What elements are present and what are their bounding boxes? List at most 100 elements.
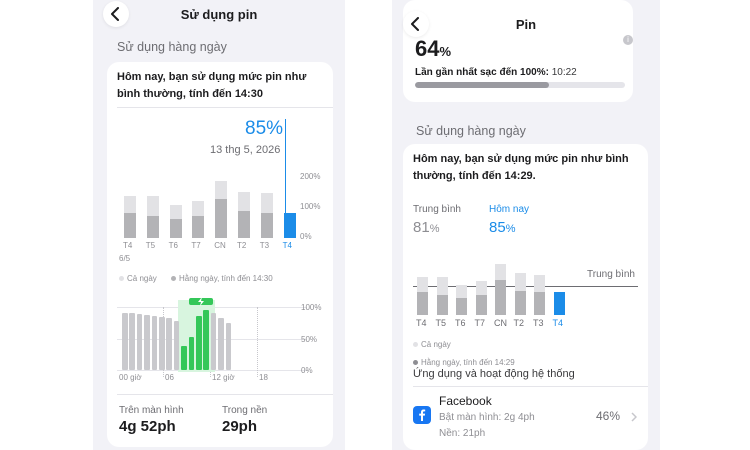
- battery-level-bar: [225, 322, 232, 370]
- day-label: T4: [416, 318, 427, 328]
- bar-until-now: [417, 292, 428, 315]
- today-value: 85%: [489, 219, 516, 236]
- nav-bar: Pin: [392, 0, 660, 37]
- legend-dot-all-day: [413, 342, 418, 347]
- battery-level-bar: [129, 313, 135, 370]
- x-tick-label: 12 giờ: [212, 373, 235, 382]
- divider: [117, 107, 333, 108]
- x-tick-label: 18: [259, 373, 268, 382]
- battery-level-bar: [144, 314, 150, 370]
- battery-level-bar: [181, 346, 187, 370]
- average-label: Trung bình: [413, 204, 461, 215]
- legend-all-day: Cả ngày: [421, 340, 451, 349]
- y-tick-label: 100%: [300, 202, 321, 211]
- day-label: T6: [455, 318, 466, 328]
- bar-until-now: [495, 280, 506, 315]
- screen-on-value: 4g 52ph: [119, 418, 176, 435]
- page-title: Sử dụng pin: [180, 7, 258, 22]
- bar-until-now: [553, 292, 565, 315]
- y-tick-label: 0%: [301, 366, 313, 375]
- bar-until-now: [514, 290, 526, 315]
- app-name: Facebook: [439, 394, 492, 408]
- battery-progress-track: [415, 82, 625, 88]
- battery-level-bar: [166, 318, 172, 370]
- bar-until-now: [456, 297, 467, 315]
- legend-all-day: Cả ngày: [127, 274, 157, 283]
- legend-dot-all-day: [119, 276, 124, 281]
- facebook-icon: [413, 406, 431, 424]
- battery-level-bar: [203, 310, 209, 370]
- divider: [413, 386, 648, 387]
- day-label: T4: [552, 318, 564, 328]
- app-percent: 46%: [596, 409, 621, 423]
- y-tick-label: 200%: [300, 172, 321, 181]
- battery-level-bar: [218, 318, 224, 370]
- battery-level-bar: [159, 317, 165, 370]
- gridline: [257, 307, 258, 377]
- day-label: T3: [533, 318, 544, 328]
- legend-dot-daily: [413, 360, 418, 365]
- section-label: Sử dụng hàng ngày: [416, 124, 526, 138]
- day-label: T5: [435, 318, 447, 328]
- x-tick-label: 00 giờ: [119, 373, 142, 382]
- app-row-facebook[interactable]: Facebook Bật màn hình: 2g 4ph Nền: 21ph …: [403, 388, 648, 444]
- battery-level: 64%: [415, 36, 452, 61]
- battery-level-bar: [196, 315, 202, 370]
- day-label: T7: [191, 241, 201, 250]
- bar-until-now: [260, 212, 273, 238]
- bar-until-now: [436, 294, 448, 315]
- y-tick-label: 100%: [301, 303, 322, 312]
- nav-bar: Sử dụng pin: [93, 0, 345, 30]
- bolt-icon: [198, 297, 204, 306]
- page-title: Pin: [515, 17, 537, 32]
- app-screen-time: Bật màn hình: 2g 4ph: [439, 412, 535, 423]
- average-line-label: Trung bình: [587, 269, 635, 280]
- bar-until-now: [475, 294, 487, 315]
- bar-until-now: [192, 215, 205, 238]
- info-icon[interactable]: i: [623, 35, 633, 45]
- selected-percent: 85%: [245, 118, 284, 139]
- average-value: 81%: [413, 219, 440, 236]
- last-charge: Lần gần nhất sạc đến 100%: 10:22: [415, 67, 577, 78]
- battery-progress-fill: [415, 82, 550, 88]
- day-label: T4: [123, 241, 133, 250]
- day-label: T6: [168, 241, 178, 250]
- apps-header: Ứng dụng và hoạt động hệ thống: [413, 368, 575, 380]
- legend-daily: Hằng ngày, tính đến 14:30: [179, 274, 273, 283]
- screen-on-label: Trên màn hình: [119, 405, 184, 416]
- chevron-right-icon: [631, 412, 637, 422]
- section-label: Sử dụng hàng ngày: [117, 40, 227, 54]
- battery-screen: 64% i Lần gần nhất sạc đến 100%: 10:22 P…: [392, 0, 660, 450]
- background-value: 29ph: [222, 418, 258, 435]
- battery-level-bar: [122, 313, 128, 370]
- day-label: T5: [145, 241, 156, 250]
- bar-until-now: [238, 211, 250, 238]
- app-background-time: Nền: 21ph: [439, 428, 486, 439]
- battery-level-bar: [173, 320, 180, 370]
- day-label: T3: [259, 241, 270, 250]
- y-tick-label: 0%: [300, 232, 312, 241]
- divider: [117, 394, 333, 395]
- background-label: Trong nền: [222, 405, 268, 416]
- today-label: Hôm nay: [489, 204, 530, 215]
- battery-level-bar: [188, 337, 195, 370]
- usage-summary: Hôm nay, bạn sử dụng mức pin như bình th…: [413, 153, 629, 182]
- y-tick-label: 50%: [301, 335, 318, 344]
- daily-usage-card: Hôm nay, bạn sử dụng mức pin như bình th…: [107, 62, 333, 447]
- day-label: CN: [494, 318, 507, 328]
- x-tick-label: 06: [165, 373, 174, 382]
- bar-until-now: [146, 215, 159, 238]
- battery-usage-screen: Sử dụng pin Sử dụng hàng ngày Hôm nay, b…: [93, 0, 345, 450]
- day-label: T2: [513, 318, 525, 328]
- bar-until-now: [283, 212, 296, 238]
- battery-level-bar: [151, 315, 158, 370]
- day-label: T7: [474, 318, 486, 328]
- bar-until-now: [215, 199, 228, 238]
- selected-date: 13 thg 5, 2026: [210, 144, 281, 156]
- battery-level-bar: [136, 313, 143, 370]
- bar-until-now: [124, 212, 136, 238]
- day-label: CN: [214, 241, 226, 250]
- day-label: T2: [237, 241, 247, 250]
- legend-dot-daily: [171, 276, 176, 281]
- usage-summary: Hôm nay, bạn sử dụng mức pin như bình th…: [117, 71, 307, 100]
